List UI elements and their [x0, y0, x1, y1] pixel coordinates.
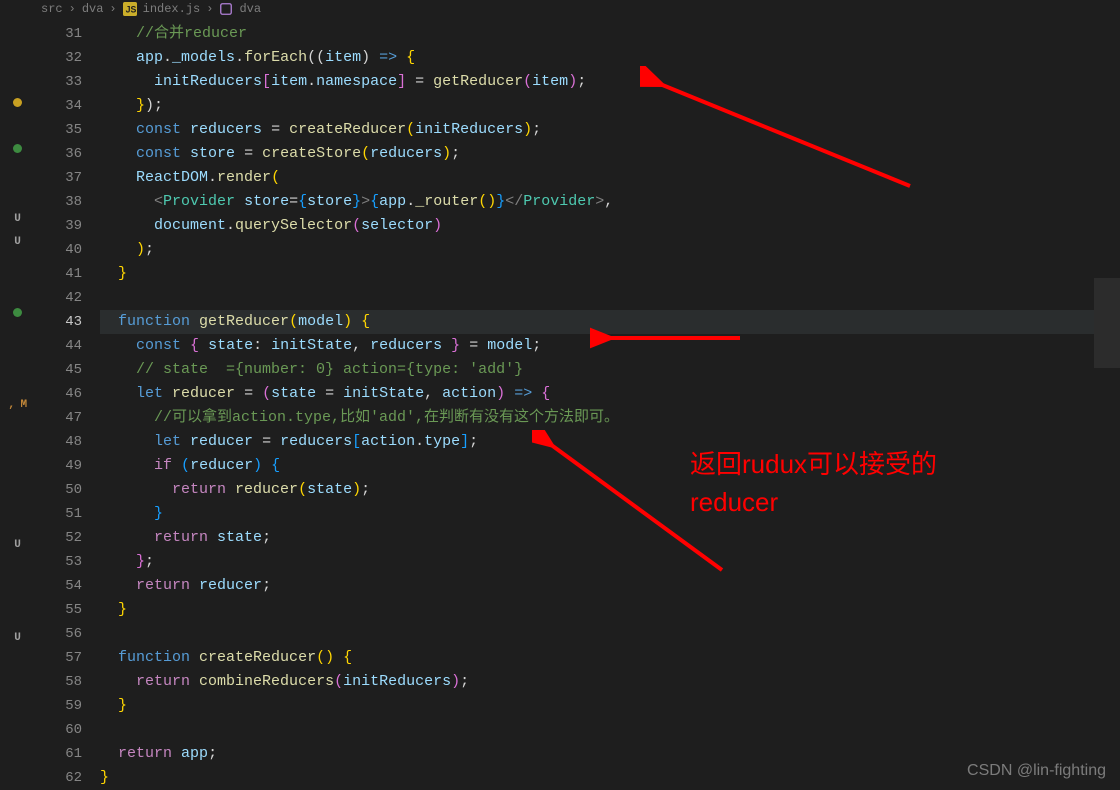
line-numbers: 3132333435363738394041424344454647484950…	[35, 18, 100, 790]
chevron-icon: ›	[69, 2, 76, 16]
breadcrumb[interactable]: src › dva › JS index.js › dva	[35, 0, 1120, 18]
watermark: CSDN @lin-fighting	[967, 762, 1106, 780]
breadcrumb-file[interactable]: index.js	[143, 2, 201, 16]
annotation-line-1: 返回rudux可以接受的	[690, 445, 937, 483]
chevron-icon: ›	[206, 2, 213, 16]
symbol-icon	[219, 2, 233, 16]
js-file-icon: JS	[123, 2, 137, 16]
minimap[interactable]	[1094, 18, 1120, 790]
chevron-icon: ›	[109, 2, 116, 16]
code-editor[interactable]: 3132333435363738394041424344454647484950…	[35, 18, 1120, 790]
breadcrumb-symbol[interactable]: dva	[239, 2, 261, 16]
annotation-line-2: reducer	[690, 483, 937, 521]
code-content[interactable]: //合并reducer app._models.forEach((item) =…	[100, 18, 1120, 790]
svg-text:JS: JS	[125, 4, 136, 14]
breadcrumb-sub[interactable]: dva	[82, 2, 104, 16]
annotation-text: 返回rudux可以接受的 reducer	[690, 445, 937, 521]
scm-gutter: UU, MUU	[0, 0, 35, 790]
minimap-slider[interactable]	[1094, 278, 1120, 368]
breadcrumb-folder[interactable]: src	[41, 2, 63, 16]
